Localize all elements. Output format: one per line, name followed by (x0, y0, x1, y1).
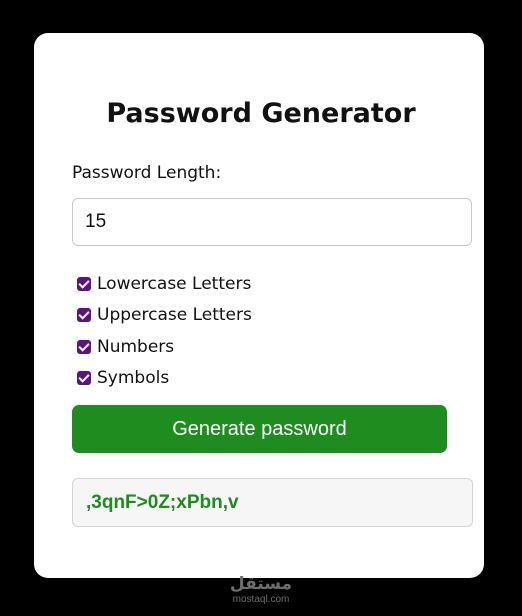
password-length-label: Password Length: (72, 163, 222, 183)
symbols-checkbox[interactable] (77, 371, 91, 386)
symbols-label[interactable]: Symbols (97, 368, 169, 388)
option-numbers[interactable]: Numbers (77, 331, 377, 363)
option-uppercase[interactable]: Uppercase Letters (77, 300, 377, 332)
character-options: Lowercase Letters Uppercase Letters Numb… (77, 268, 377, 394)
option-lowercase[interactable]: Lowercase Letters (77, 268, 377, 300)
generated-password-output[interactable]: ,3qnF>0Z;xPbn,v (72, 478, 473, 527)
uppercase-checkbox[interactable] (77, 308, 91, 323)
watermark-url: mostaql.com (232, 594, 290, 605)
watermark-logo: مستقل (229, 574, 293, 594)
generated-password-text: ,3qnF>0Z;xPbn,v (86, 491, 239, 513)
uppercase-label[interactable]: Uppercase Letters (97, 305, 252, 325)
watermark: مستقل mostaql.com (0, 574, 522, 606)
page-title: Password Generator (106, 98, 416, 129)
lowercase-label[interactable]: Lowercase Letters (97, 274, 251, 294)
numbers-checkbox[interactable] (77, 339, 91, 354)
option-symbols[interactable]: Symbols (77, 363, 377, 395)
lowercase-checkbox[interactable] (77, 276, 91, 291)
numbers-label[interactable]: Numbers (97, 337, 174, 357)
generate-password-button[interactable]: Generate password (72, 405, 447, 453)
password-length-input[interactable] (72, 198, 472, 246)
